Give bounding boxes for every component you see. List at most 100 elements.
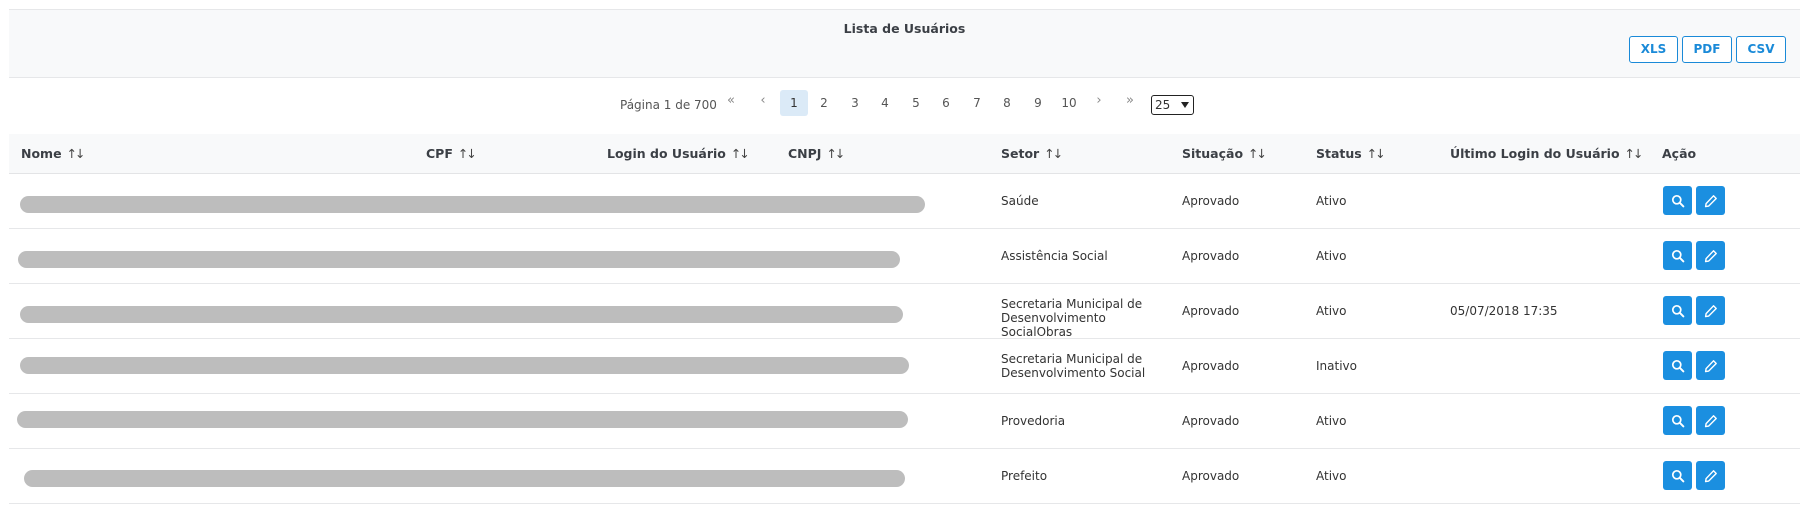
- cell-setor: Secretaria Municipal de Desenvolvimento …: [1001, 352, 1146, 380]
- cell-setor: Saúde: [1001, 194, 1039, 208]
- search-icon: [1671, 359, 1684, 372]
- search-icon: [1671, 469, 1684, 482]
- page-size-value: 25: [1155, 98, 1171, 112]
- page-size-select[interactable]: 25: [1151, 95, 1194, 115]
- page-button-7[interactable]: 7: [963, 90, 991, 116]
- column-label: Último Login do Usuário: [1450, 146, 1620, 161]
- column-header-nome[interactable]: Nome ↑↓: [21, 146, 86, 161]
- edit-button[interactable]: [1696, 241, 1725, 270]
- redacted-user-data: [20, 306, 903, 323]
- pencil-icon: [1704, 249, 1717, 262]
- column-label: Status: [1316, 146, 1362, 161]
- table-row: Prefeito Aprovado Ativo: [9, 449, 1800, 504]
- cell-status: Ativo: [1316, 249, 1347, 263]
- table-row: Secretaria Municipal de Desenvolvimento …: [9, 339, 1800, 394]
- redacted-user-data: [24, 470, 905, 487]
- page-button-3[interactable]: 3: [841, 90, 869, 116]
- prev-page-button[interactable]: ‹: [749, 90, 777, 116]
- sort-arrows-icon[interactable]: ↑↓: [1044, 146, 1063, 161]
- next-page-button[interactable]: ›: [1085, 90, 1113, 116]
- pencil-icon: [1704, 194, 1717, 207]
- export-xls-button[interactable]: XLS: [1629, 36, 1678, 63]
- column-header-ultimo-login[interactable]: Último Login do Usuário ↑↓: [1450, 146, 1644, 161]
- cell-setor: Secretaria Municipal de Desenvolvimento …: [1001, 297, 1143, 339]
- view-button[interactable]: [1663, 296, 1692, 325]
- chevron-down-icon: [1181, 102, 1189, 108]
- cell-status: Inativo: [1316, 359, 1357, 373]
- column-header-status[interactable]: Status ↑↓: [1316, 146, 1386, 161]
- view-button[interactable]: [1663, 241, 1692, 270]
- column-header-cpf[interactable]: CPF ↑↓: [426, 146, 477, 161]
- redacted-user-data: [20, 196, 925, 213]
- first-page-button[interactable]: «: [717, 90, 745, 116]
- export-csv-button[interactable]: CSV: [1736, 36, 1786, 63]
- edit-button[interactable]: [1696, 186, 1725, 215]
- page-button-10[interactable]: 10: [1054, 90, 1084, 116]
- cell-ultimo-login: 05/07/2018 17:35: [1450, 304, 1558, 318]
- sort-arrows-icon[interactable]: ↑↓: [731, 146, 750, 161]
- column-header-setor[interactable]: Setor ↑↓: [1001, 146, 1063, 161]
- search-icon: [1671, 249, 1684, 262]
- cell-status: Ativo: [1316, 414, 1347, 428]
- last-page-button[interactable]: »: [1116, 90, 1144, 116]
- page-button-4[interactable]: 4: [871, 90, 899, 116]
- column-label: Setor: [1001, 146, 1040, 161]
- table-row: Provedoria Aprovado Ativo: [9, 394, 1800, 449]
- column-header-login[interactable]: Login do Usuário ↑↓: [607, 146, 750, 161]
- cell-status: Ativo: [1316, 304, 1347, 318]
- cell-situacao: Aprovado: [1182, 414, 1240, 428]
- cell-situacao: Aprovado: [1182, 249, 1240, 263]
- page-title: Lista de Usuários: [843, 21, 966, 36]
- page-info: Página 1 de 700: [620, 98, 717, 112]
- column-label: Nome: [21, 146, 62, 161]
- edit-button[interactable]: [1696, 406, 1725, 435]
- table-row: Secretaria Municipal de Desenvolvimento …: [9, 284, 1800, 339]
- redacted-user-data: [18, 251, 900, 268]
- search-icon: [1671, 194, 1684, 207]
- view-button[interactable]: [1663, 461, 1692, 490]
- pencil-icon: [1704, 304, 1717, 317]
- cell-setor: Assistência Social: [1001, 249, 1108, 263]
- page-button-8[interactable]: 8: [993, 90, 1021, 116]
- edit-button[interactable]: [1696, 351, 1725, 380]
- redacted-user-data: [17, 411, 908, 428]
- cell-setor: Prefeito: [1001, 469, 1048, 483]
- cell-situacao: Aprovado: [1182, 469, 1240, 483]
- page-button-6[interactable]: 6: [932, 90, 960, 116]
- column-label: Login do Usuário: [607, 146, 726, 161]
- view-button[interactable]: [1663, 186, 1692, 215]
- sort-arrows-icon[interactable]: ↑↓: [1248, 146, 1267, 161]
- sort-arrows-icon[interactable]: ↑↓: [458, 146, 477, 161]
- page-button-2[interactable]: 2: [810, 90, 838, 116]
- pencil-icon: [1704, 359, 1717, 372]
- header-panel: Lista de Usuários XLS PDF CSV: [9, 9, 1800, 78]
- page-button-9[interactable]: 9: [1024, 90, 1052, 116]
- cell-setor: Provedoria: [1001, 414, 1066, 428]
- cell-situacao: Aprovado: [1182, 359, 1240, 373]
- page-button-1[interactable]: 1: [780, 90, 808, 116]
- table-row: Saúde Aprovado Ativo: [9, 174, 1800, 229]
- cell-situacao: Aprovado: [1182, 304, 1240, 318]
- column-label: CPF: [426, 146, 453, 161]
- view-button[interactable]: [1663, 351, 1692, 380]
- view-button[interactable]: [1663, 406, 1692, 435]
- redacted-user-data: [20, 357, 909, 374]
- page-button-5[interactable]: 5: [902, 90, 930, 116]
- edit-button[interactable]: [1696, 461, 1725, 490]
- sort-arrows-icon[interactable]: ↑↓: [1367, 146, 1386, 161]
- cell-status: Ativo: [1316, 469, 1347, 483]
- column-header-cnpj[interactable]: CNPJ ↑↓: [788, 146, 845, 161]
- sort-arrows-icon[interactable]: ↑↓: [67, 146, 86, 161]
- edit-button[interactable]: [1696, 296, 1725, 325]
- export-pdf-button[interactable]: PDF: [1682, 36, 1732, 63]
- column-header-situacao[interactable]: Situação ↑↓: [1182, 146, 1267, 161]
- table-header: Nome ↑↓ CPF ↑↓ Login do Usuário ↑↓ CNPJ ↑↓ S…: [9, 134, 1800, 174]
- cell-situacao: Aprovado: [1182, 194, 1240, 208]
- search-icon: [1671, 304, 1684, 317]
- sort-arrows-icon[interactable]: ↑↓: [826, 146, 845, 161]
- column-header-acao: Ação: [1662, 146, 1697, 161]
- sort-arrows-icon[interactable]: ↑↓: [1625, 146, 1644, 161]
- table-row: Assistência Social Aprovado Ativo: [9, 229, 1800, 284]
- cell-status: Ativo: [1316, 194, 1347, 208]
- pencil-icon: [1704, 414, 1717, 427]
